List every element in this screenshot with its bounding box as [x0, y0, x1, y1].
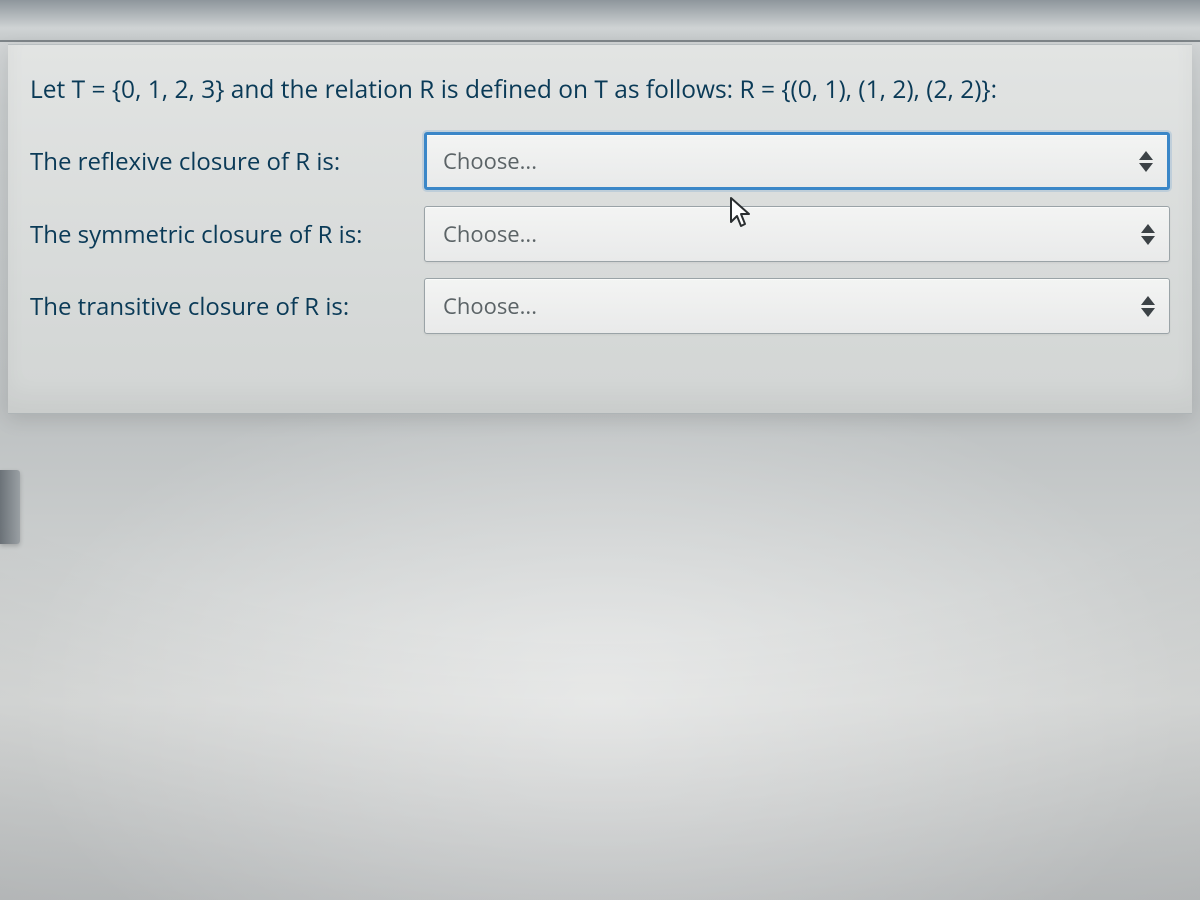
select-transitive[interactable]: Choose...	[424, 278, 1170, 334]
select-reflexive-placeholder: Choose...	[443, 146, 537, 176]
question-card: Let T = {0, 1, 2, 3} and the relation R …	[8, 44, 1192, 414]
label-reflexive: The reflexive closure of R is:	[30, 145, 408, 178]
window-top-band	[0, 0, 1200, 42]
label-transitive: The transitive closure of R is:	[30, 290, 408, 323]
select-symmetric[interactable]: Choose...	[424, 206, 1170, 262]
left-edge-stub	[0, 470, 20, 544]
label-symmetric: The symmetric closure of R is:	[30, 218, 408, 251]
sort-spinner-icon	[1135, 147, 1157, 175]
sort-spinner-icon	[1137, 292, 1159, 320]
answer-rows: The reflexive closure of R is: Choose...…	[30, 132, 1170, 334]
sort-spinner-icon	[1137, 220, 1159, 248]
row-symmetric: The symmetric closure of R is: Choose...	[30, 206, 1170, 262]
row-reflexive: The reflexive closure of R is: Choose...	[30, 132, 1170, 190]
row-transitive: The transitive closure of R is: Choose..…	[30, 278, 1170, 334]
select-symmetric-placeholder: Choose...	[443, 219, 537, 249]
select-reflexive[interactable]: Choose...	[424, 132, 1170, 190]
select-transitive-placeholder: Choose...	[443, 291, 537, 321]
question-prompt: Let T = {0, 1, 2, 3} and the relation R …	[30, 73, 1170, 106]
